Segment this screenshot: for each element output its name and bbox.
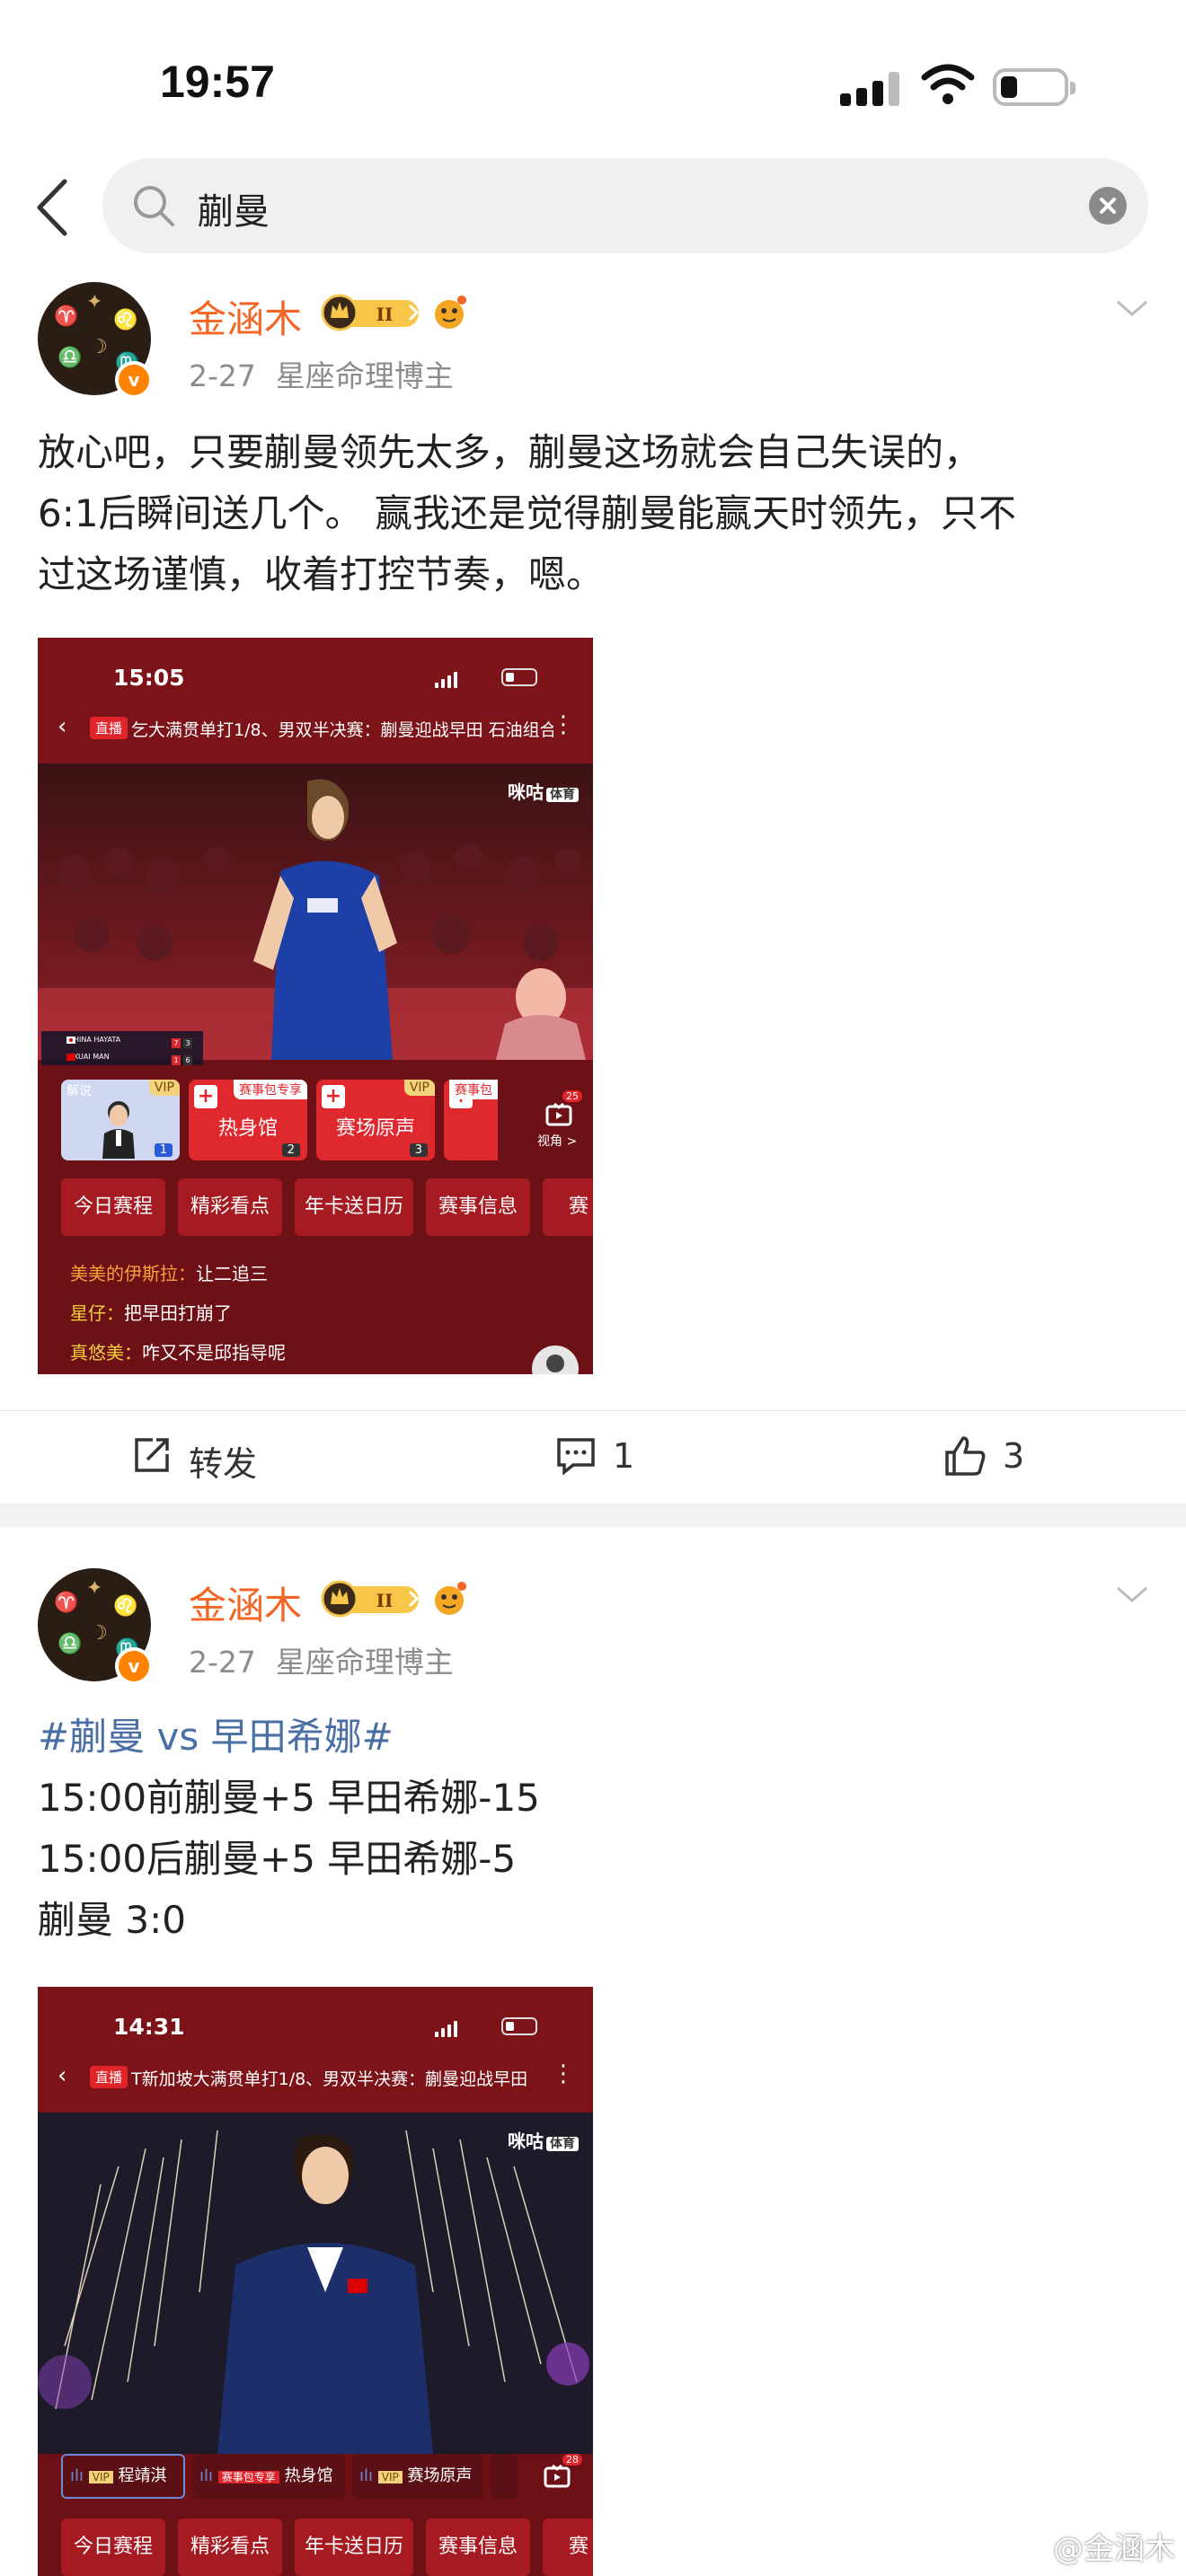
chevron-down-icon[interactable] [1114, 1581, 1150, 1608]
live-badge: 直播 [90, 717, 128, 739]
tab-chips: 今日赛程 精彩看点 年卡送日历 赛事信息 赛 [38, 1178, 593, 1236]
chevron-down-icon[interactable] [1114, 295, 1150, 322]
view-switch-icon [544, 2464, 571, 2488]
post-date: 2-27 [189, 358, 256, 393]
wifi-icon [921, 64, 975, 104]
tab-chips: 今日赛程 精彩看点 年卡送日历 赛事信息 赛 [38, 2519, 593, 2576]
image-back-icon: ‹ [58, 713, 67, 740]
chat-line: 真悠美：咋又不是邱指导呢 [70, 1342, 286, 1363]
scoreboard: HINA HAYATA 7 3 KUAI MAN 1 6 [41, 1031, 203, 1065]
clear-search-button[interactable] [1089, 187, 1127, 225]
comment-icon [557, 1438, 595, 1476]
chip: 赛事信息 [426, 2519, 530, 2576]
post-action-bar: 转发 1 3 [0, 1410, 1186, 1504]
user-avatar-icon [532, 1345, 579, 1374]
cellular-signal-icon [840, 70, 903, 106]
channel-card: + VIP 赛场原声 3 [316, 1080, 435, 1160]
post-text-line: 蒯曼 3:0 [38, 1898, 186, 1942]
more-icon: ⋮ [552, 2060, 575, 2087]
video-frame: 咪咕 体育 [38, 2113, 593, 2454]
post-text: 放心吧，只要蒯曼领先太多，蒯曼这场就会自己失误的， 6:1后瞬间送几个。 赢我还… [38, 422, 1152, 605]
post-image[interactable]: 14:31 ‹ 直播 T新加坡大满贯单打1/8、男双半决赛：蒯曼迎战早田 ⋮ 咪… [38, 1987, 593, 2576]
verified-badge: v [115, 361, 153, 399]
thumbs-up-icon [945, 1436, 986, 1476]
post-text-line: 15:00后蒯曼+5 早田希娜-5 [38, 1837, 517, 1881]
comment-button[interactable]: 1 [555, 1434, 645, 1481]
live-badge: 直播 [90, 2066, 128, 2088]
back-arrow-icon[interactable] [31, 176, 75, 239]
image-back-icon: ‹ [58, 2062, 67, 2089]
post-separator [0, 1504, 1186, 1527]
channel-card: + 赛事包专享 热身馆 2 [189, 1080, 307, 1160]
chip: 年卡送日历 [295, 2519, 413, 2576]
level-number: II [376, 1590, 394, 1611]
chip: 精彩看点 [178, 1178, 282, 1236]
chip: 今日赛程 [61, 1178, 165, 1236]
hashtag-link[interactable]: #蒯曼 vs 早田希娜# [38, 1707, 1152, 1768]
video-frame: 咪咕 体育 [38, 763, 593, 1060]
post-date: 2-27 [189, 1645, 256, 1680]
channel-card: + 赛事包 [444, 1080, 498, 1160]
post-meta: 2-27 星座命理博主 [189, 1638, 454, 1681]
channel-tabs: ılı VIP 程靖淇 ılı 赛事包专享 热身馆 ılı VIP 赛场原声 2… [38, 2454, 593, 2501]
status-bar: 19:57 [0, 0, 1186, 153]
level-crown-badge: II [321, 294, 420, 331]
post-text-line: 6:1后瞬间送几个。 赢我还是觉得蒯曼能赢天时领先，只不 [38, 491, 1016, 535]
verified-badge: v [115, 1647, 153, 1685]
chip: 赛 [543, 2519, 593, 2576]
post-source: 星座命理博主 [275, 358, 454, 393]
chip: 年卡送日历 [295, 1178, 413, 1236]
repost-button[interactable]: 转发 [131, 1434, 275, 1484]
broadcaster-logo: 咪咕 体育 [508, 778, 579, 804]
post-image[interactable]: 15:05 ‹ 直播 乞大满贯单打1/8、男双半决赛：蒯曼迎战早田 石油组合 ⋮ [38, 638, 593, 1374]
stream-title: T新加坡大满贯单打1/8、男双半决赛：蒯曼迎战早田 [131, 2069, 528, 2089]
image-status-icons [435, 2017, 543, 2037]
image-status-time: 15:05 [113, 665, 185, 691]
post-text: #蒯曼 vs 早田希娜# 15:00前蒯曼+5 早田希娜-15 15:00后蒯曼… [38, 1707, 1152, 1951]
chat-line: 星仔：把早田打崩了 [70, 1302, 232, 1324]
chat-line: 美美的伊斯拉：让二追三 [70, 1263, 268, 1284]
search-input[interactable]: 蒯曼 [198, 182, 270, 234]
watermark: @金涵木 [1053, 2531, 1175, 2567]
search-bar[interactable]: 蒯曼 [102, 158, 1148, 253]
chip: 今日赛程 [61, 2519, 165, 2576]
channel-tab: ılı VIP 赛场原声 [352, 2454, 483, 2499]
post-meta: 2-27 星座命理博主 [189, 352, 454, 395]
view-switch: 25 视角 > [537, 1089, 582, 1151]
username[interactable]: 金涵木 [189, 1575, 302, 1630]
search-icon [134, 186, 174, 226]
post-text-line: 过这场谨慎，收着打控节奏，嗯。 [38, 552, 605, 596]
post-source: 星座命理博主 [275, 1645, 454, 1680]
broadcaster-logo: 咪咕 体育 [508, 2127, 579, 2153]
close-icon [1100, 198, 1116, 214]
post-text-line: 15:00前蒯曼+5 早田希娜-15 [38, 1776, 540, 1820]
repost-icon [135, 1438, 169, 1472]
image-status-icons [435, 668, 543, 688]
chip: 精彩看点 [178, 2519, 282, 2576]
chip: 赛 [543, 1178, 593, 1236]
level-crown-badge: II [321, 1580, 420, 1618]
post-text-line: 放心吧，只要蒯曼领先太多，蒯曼这场就会自己失误的， [38, 430, 982, 474]
channel-cards: VIP 解说 1 + 赛事包专享 热身馆 2 + VIP 赛场原声 3 + 赛事… [38, 1080, 593, 1162]
channel-tab: ılı 赛事包专享 热身馆 [192, 2454, 345, 2499]
battery-icon [993, 68, 1075, 106]
channel-card: VIP 解说 1 [61, 1080, 180, 1160]
like-button[interactable]: 3 [943, 1434, 1033, 1481]
fan-emoji-icon [435, 1582, 466, 1615]
chip: 赛事信息 [426, 1178, 530, 1236]
fan-emoji-icon [435, 296, 466, 329]
view-count-badge: 28 [562, 2454, 582, 2466]
username[interactable]: 金涵木 [189, 289, 302, 344]
level-number: II [376, 304, 394, 325]
status-time: 19:57 [160, 57, 275, 107]
chat-messages: 美美的伊斯拉：让二追三 星仔：把早田打崩了 真悠美：咋又不是邱指导呢 [70, 1254, 286, 1372]
more-icon: ⋮ [552, 711, 575, 738]
stream-title: 乞大满贯单打1/8、男双半决赛：蒯曼迎战早田 石油组合 [131, 720, 553, 740]
image-status-time: 14:31 [113, 2014, 185, 2040]
channel-tab: ılı VIP 程靖淇 [61, 2454, 185, 2499]
